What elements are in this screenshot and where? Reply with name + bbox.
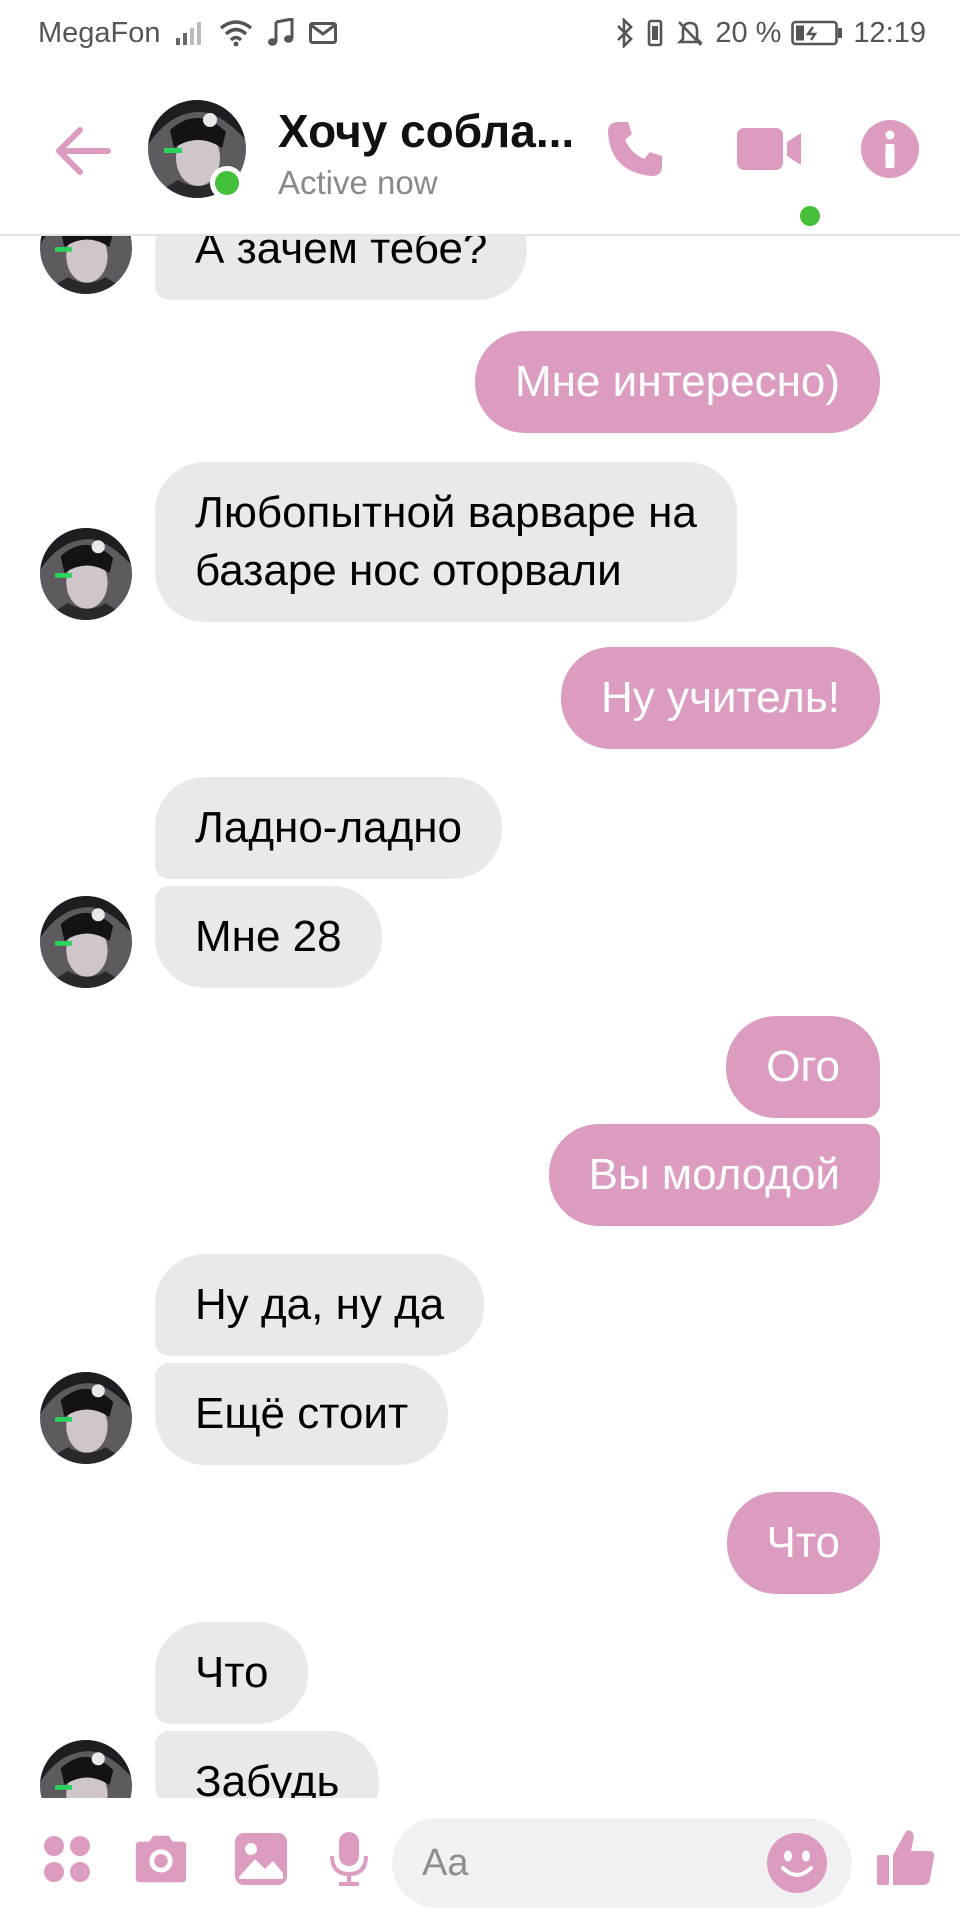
composer-bar xyxy=(0,1798,960,1920)
like-button[interactable] xyxy=(874,1826,938,1890)
incoming-message[interactable]: Что xyxy=(155,1622,309,1724)
contact-active-status: Active now xyxy=(278,164,438,201)
vibrate-icon xyxy=(645,16,665,50)
phone-icon xyxy=(608,122,662,176)
voice-call-button[interactable] xyxy=(600,114,670,184)
online-status-dot xyxy=(210,166,244,200)
music-note-icon xyxy=(267,16,295,50)
video-available-dot xyxy=(800,206,820,226)
outgoing-message[interactable]: Мне интересно) xyxy=(474,331,880,433)
mute-icon xyxy=(675,16,705,50)
back-button[interactable] xyxy=(50,118,116,184)
apps-icon xyxy=(44,1836,90,1882)
message-input[interactable] xyxy=(422,1818,742,1908)
bluetooth-icon xyxy=(615,16,635,50)
conversation-header: Хочу собла... Active now xyxy=(0,66,960,236)
outgoing-message[interactable]: Ого xyxy=(726,1016,880,1118)
incoming-message[interactable]: Ладно-ладно xyxy=(155,777,503,879)
sender-avatar[interactable] xyxy=(40,236,132,294)
arrow-left-icon xyxy=(56,127,111,175)
video-call-button[interactable] xyxy=(725,114,825,184)
contact-name[interactable]: Хочу собла... xyxy=(278,104,578,158)
sender-avatar[interactable] xyxy=(40,1372,132,1464)
info-icon xyxy=(861,120,919,178)
sender-avatar[interactable] xyxy=(40,896,132,988)
clock: 12:19 xyxy=(853,17,926,49)
outgoing-message[interactable]: Что xyxy=(726,1492,880,1594)
incoming-message[interactable]: Забудь xyxy=(155,1731,380,1798)
emoji-icon xyxy=(767,1833,827,1893)
thumbs-up-icon xyxy=(877,1830,935,1885)
signal-icon xyxy=(175,16,205,50)
mail-icon xyxy=(308,16,337,50)
incoming-message[interactable]: А зачем тебе? xyxy=(155,236,528,300)
wifi-icon xyxy=(219,16,253,50)
emoji-button[interactable] xyxy=(766,1832,828,1894)
sender-avatar[interactable] xyxy=(40,528,132,620)
camera-button[interactable] xyxy=(132,1830,190,1888)
status-bar: MegaFon 20 % 12:19 xyxy=(0,0,960,66)
incoming-message[interactable]: Мне 28 xyxy=(155,886,382,988)
incoming-message[interactable]: Ещё стоит xyxy=(155,1363,449,1465)
message-input-container[interactable] xyxy=(392,1818,852,1908)
gallery-icon xyxy=(235,1833,287,1885)
more-actions-button[interactable] xyxy=(38,1830,96,1888)
battery-icon xyxy=(791,16,843,50)
camera-icon xyxy=(135,1835,187,1883)
incoming-message[interactable]: Ну да, ну да xyxy=(155,1254,485,1356)
incoming-message[interactable]: Любопытной варваре на базаре нос оторвал… xyxy=(155,462,737,622)
outgoing-message[interactable]: Вы молодой xyxy=(548,1124,880,1226)
video-camera-icon xyxy=(737,128,801,170)
gallery-button[interactable] xyxy=(232,1830,290,1888)
outgoing-message[interactable]: Ну учитель! xyxy=(561,647,880,749)
voice-message-button[interactable] xyxy=(320,1830,378,1888)
microphone-icon xyxy=(330,1832,368,1886)
sender-avatar[interactable] xyxy=(40,1740,132,1798)
info-button[interactable] xyxy=(858,114,922,184)
message-list[interactable]: А зачем тебе? Мне интересно) Любопытной … xyxy=(0,236,960,1798)
carrier-name: MegaFon xyxy=(38,17,161,49)
battery-percent: 20 % xyxy=(715,17,782,49)
